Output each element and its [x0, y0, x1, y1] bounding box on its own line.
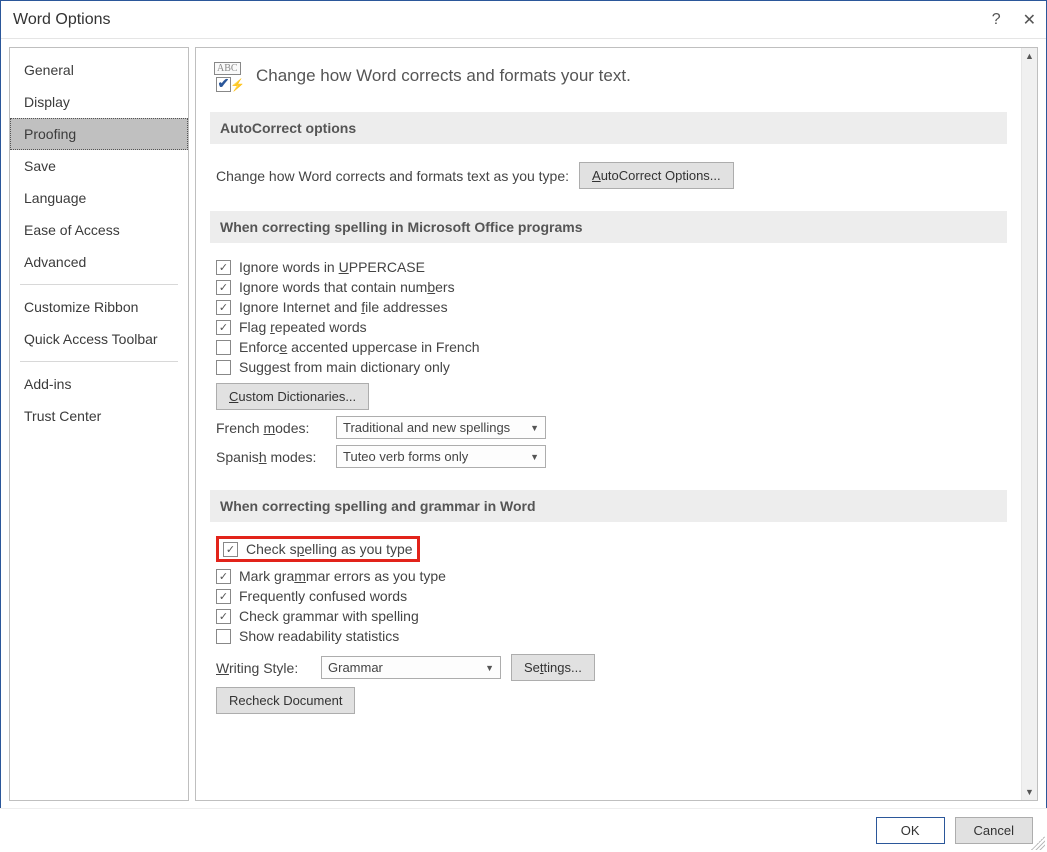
lbl-show-readability: Show readability statistics: [239, 628, 399, 644]
sidebar-item-customize-ribbon[interactable]: Customize Ribbon: [10, 291, 188, 323]
chevron-down-icon: ▼: [530, 452, 539, 462]
chk-show-readability[interactable]: [216, 629, 231, 644]
lbl-enforce-french: Enforce accented uppercase in French: [239, 339, 480, 355]
scrollbar-vertical[interactable]: ▲ ▼: [1021, 48, 1037, 800]
dd-french-value: Traditional and new spellings: [343, 420, 510, 435]
autocorrect-options-button[interactable]: AutoCorrect Options...: [579, 162, 734, 189]
chk-ignore-numbers[interactable]: [216, 280, 231, 295]
chk-ignore-uppercase[interactable]: [216, 260, 231, 275]
section-word-head: When correcting spelling and grammar in …: [210, 490, 1007, 522]
ok-button[interactable]: OK: [876, 817, 945, 844]
page-header: Change how Word corrects and formats you…: [256, 66, 631, 86]
lbl-ignore-numbers: Ignore words that contain numbers: [239, 279, 455, 295]
chk-check-spelling-type[interactable]: [223, 542, 238, 557]
scroll-up-icon[interactable]: ▲: [1022, 48, 1037, 64]
chevron-down-icon: ▼: [485, 663, 494, 673]
autocorrect-desc: Change how Word corrects and formats tex…: [216, 168, 569, 184]
dialog-footer: OK Cancel: [0, 808, 1047, 852]
content-panel: ABC ✔ ⚡ Change how Word corrects and for…: [196, 48, 1021, 800]
proofing-icon: ABC ✔ ⚡: [214, 62, 246, 90]
sidebar-item-display[interactable]: Display: [10, 86, 188, 118]
dd-french-modes[interactable]: Traditional and new spellings ▼: [336, 416, 546, 439]
dd-writing-value: Grammar: [328, 660, 383, 675]
sidebar-item-proofing[interactable]: Proofing: [10, 118, 188, 150]
highlight-check-spelling: Check spelling as you type: [216, 536, 420, 562]
lbl-writing-style: Writing Style:: [216, 660, 311, 676]
chk-mark-grammar-type[interactable]: [216, 569, 231, 584]
lbl-mark-grammar-type: Mark grammar errors as you type: [239, 568, 446, 584]
sidebar-separator: [20, 361, 178, 362]
settings-button[interactable]: Settings...: [511, 654, 595, 681]
lbl-check-grammar-spelling: Check grammar with spelling: [239, 608, 419, 624]
chk-check-grammar-spelling[interactable]: [216, 609, 231, 624]
chk-enforce-french[interactable]: [216, 340, 231, 355]
section-autocorrect-head: AutoCorrect options: [210, 112, 1007, 144]
dd-writing-style[interactable]: Grammar ▼: [321, 656, 501, 679]
sidebar-item-quick-access-toolbar[interactable]: Quick Access Toolbar: [10, 323, 188, 355]
chk-ignore-internet[interactable]: [216, 300, 231, 315]
chk-flag-repeated[interactable]: [216, 320, 231, 335]
custom-dictionaries-button[interactable]: Custom Dictionaries...: [216, 383, 369, 410]
dd-spanish-modes[interactable]: Tuteo verb forms only ▼: [336, 445, 546, 468]
sidebar-item-save[interactable]: Save: [10, 150, 188, 182]
lbl-ignore-internet: Ignore Internet and file addresses: [239, 299, 448, 315]
sidebar: General Display Proofing Save Language E…: [9, 47, 189, 801]
lbl-frequently-confused: Frequently confused words: [239, 588, 407, 604]
sidebar-item-easeofaccess[interactable]: Ease of Access: [10, 214, 188, 246]
window-title: Word Options: [13, 11, 111, 29]
scroll-down-icon[interactable]: ▼: [1022, 784, 1037, 800]
sidebar-separator: [20, 284, 178, 285]
lbl-french-modes: French modes:: [216, 420, 326, 436]
sidebar-item-general[interactable]: General: [10, 54, 188, 86]
dd-spanish-value: Tuteo verb forms only: [343, 449, 468, 464]
cancel-button[interactable]: Cancel: [955, 817, 1033, 844]
lbl-check-spelling-type: Check spelling as you type: [246, 541, 413, 557]
resize-grip-icon[interactable]: [1031, 836, 1045, 850]
close-icon[interactable]: ✕: [1023, 10, 1036, 30]
lbl-spanish-modes: Spanish modes:: [216, 449, 326, 465]
recheck-document-button[interactable]: Recheck Document: [216, 687, 355, 714]
sidebar-item-language[interactable]: Language: [10, 182, 188, 214]
titlebar: Word Options ? ✕: [1, 1, 1046, 39]
lbl-ignore-uppercase: Ignore words in UPPERCASE: [239, 259, 425, 275]
lbl-flag-repeated: Flag repeated words: [239, 319, 367, 335]
chk-frequently-confused[interactable]: [216, 589, 231, 604]
chk-suggest-maindict[interactable]: [216, 360, 231, 375]
help-icon[interactable]: ?: [992, 11, 1001, 29]
chevron-down-icon: ▼: [530, 423, 539, 433]
sidebar-item-advanced[interactable]: Advanced: [10, 246, 188, 278]
sidebar-item-addins[interactable]: Add-ins: [10, 368, 188, 400]
sidebar-item-trust-center[interactable]: Trust Center: [10, 400, 188, 432]
section-office-head: When correcting spelling in Microsoft Of…: [210, 211, 1007, 243]
lbl-suggest-maindict: Suggest from main dictionary only: [239, 359, 450, 375]
